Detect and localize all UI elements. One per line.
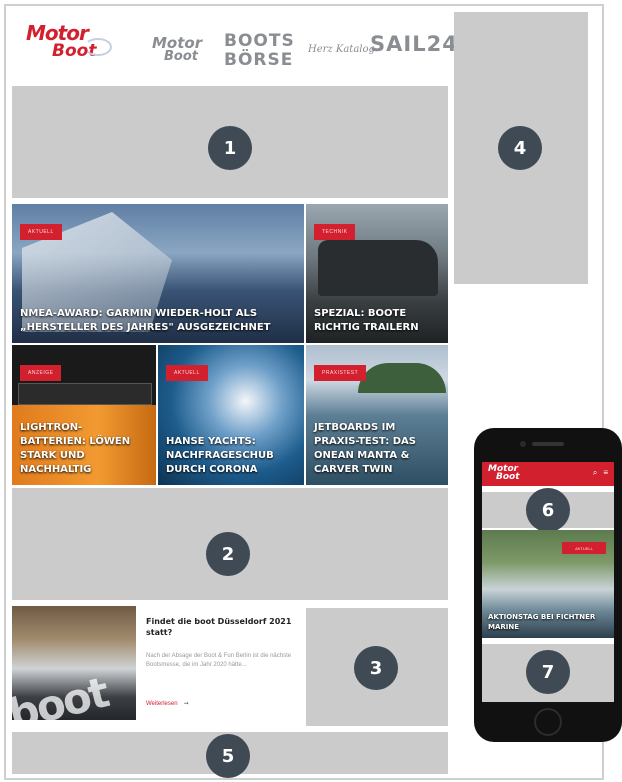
teaser-title[interactable]: Findet die boot Düsseldorf 2021 statt? xyxy=(146,616,292,638)
category-badge: TECHNIK xyxy=(314,224,356,240)
tile-headline: NMEA-AWARD: GARMIN WIEDER-HOLT ALS „HERS… xyxy=(20,308,271,333)
phone-mockup: Motor Boot ⌕ ≡ 6 AKTUELL AKTIONSTAG BEI F… xyxy=(474,428,622,742)
ad-slot-2: 2 xyxy=(12,488,448,600)
logo-swoosh-icon xyxy=(84,38,112,56)
ad-slot-number: 5 xyxy=(206,734,250,778)
category-badge: AKTUELL xyxy=(562,542,606,554)
search-icon[interactable]: ⌕ xyxy=(593,468,597,477)
header-logos: Motor Boot Motor Boot BOOTS BÖRSE Herz K… xyxy=(12,14,457,78)
tile-headline: SPEZIAL: BOOTE RICHTIG TRAILERN xyxy=(314,308,419,333)
ad-slot-number: 3 xyxy=(354,646,398,690)
teaser-image-word: boot xyxy=(12,667,113,720)
ad-slot-7: 7 xyxy=(482,644,614,702)
ad-slot-1: 1 xyxy=(12,86,448,198)
mobile-news-tile[interactable]: AKTUELL AKTIONSTAG BEI FICHTNER MARINE xyxy=(482,530,614,638)
mobile-logo[interactable]: Motor Boot xyxy=(488,465,520,482)
tile-headline: HANSE YACHTS: NACHFRAGESCHUB DURCH CORON… xyxy=(166,436,274,475)
speaker-icon xyxy=(532,442,564,446)
teaser-image[interactable]: boot xyxy=(12,606,136,720)
ad-slot-number: 4 xyxy=(498,126,542,170)
partner-logo-bootsboerse[interactable]: BOOTS BÖRSE xyxy=(224,32,295,70)
category-badge: ANZEIGE xyxy=(20,365,62,381)
tile-headline: LIGHTRON-BATTERIEN: LÖWEN STARK UND NACH… xyxy=(20,422,131,475)
mobile-header-icons: ⌕ ≡ xyxy=(587,468,608,478)
teaser-text: Nach der Absage der Boot & Fun Berlin is… xyxy=(146,653,292,668)
ad-slot-number: 7 xyxy=(526,650,570,694)
tile-headline: JETBOARDS IM PRAXIS-TEST: DAS ONEAN MANT… xyxy=(314,422,416,475)
logo-text-line1: Motor xyxy=(26,21,89,45)
read-more-label: Weiterlesen xyxy=(146,701,178,707)
ad-slot-3: 3 xyxy=(306,608,448,726)
partner-logo-sail24[interactable]: SAIL24 xyxy=(370,32,458,56)
partner-logo-line2: BÖRSE xyxy=(224,50,294,70)
ad-slot-number: 1 xyxy=(208,126,252,170)
ad-slot-number: 2 xyxy=(206,532,250,576)
camera-icon xyxy=(520,441,526,447)
news-tile[interactable]: AKTUELL NMEA-AWARD: GARMIN WIEDER-HOLT A… xyxy=(12,204,304,343)
mobile-logo-line2: Boot xyxy=(496,472,520,482)
category-badge: AKTUELL xyxy=(166,365,208,381)
ad-slot-6: 6 xyxy=(482,488,614,532)
mobile-header: Motor Boot ⌕ ≡ xyxy=(482,462,614,486)
news-tile[interactable]: AKTUELL HANSE YACHTS: NACHFRAGESCHUB DUR… xyxy=(158,345,304,485)
category-badge: PRAXISTEST xyxy=(314,365,367,381)
partner-logo-herzkatalog[interactable]: Herz Katalog xyxy=(308,44,375,55)
motorboot-logo[interactable]: Motor Boot xyxy=(26,21,112,60)
partner-logo-text: SAIL xyxy=(370,32,427,56)
arrow-right-icon: ➞ xyxy=(183,701,189,707)
partner-logo-motorboot[interactable]: Motor Boot xyxy=(152,36,202,64)
partner-logo-line1: BOOTS xyxy=(224,31,295,51)
partner-logo-line2: Boot xyxy=(164,49,198,64)
ad-slot-number: 6 xyxy=(526,488,570,532)
partner-logo-line1: Motor xyxy=(152,34,203,52)
news-tile[interactable]: TECHNIK SPEZIAL: BOOTE RICHTIG TRAILERN xyxy=(306,204,448,343)
read-more-link[interactable]: Weiterlesen ➞ xyxy=(146,700,189,707)
tile-headline: AKTIONSTAG BEI FICHTNER MARINE xyxy=(488,613,596,631)
news-tile[interactable]: PRAXISTEST JETBOARDS IM PRAXIS-TEST: DAS… xyxy=(306,345,448,485)
menu-icon[interactable]: ≡ xyxy=(603,468,608,477)
home-button-icon[interactable] xyxy=(534,708,562,736)
ad-slot-4: 4 xyxy=(454,12,588,284)
phone-screen: Motor Boot ⌕ ≡ 6 AKTUELL AKTIONSTAG BEI F… xyxy=(482,462,614,702)
category-badge: AKTUELL xyxy=(20,224,62,240)
news-tile[interactable]: ANZEIGE LIGHTRON-BATTERIEN: LÖWEN STARK … xyxy=(12,345,156,485)
ad-slot-5: 5 xyxy=(12,732,448,778)
